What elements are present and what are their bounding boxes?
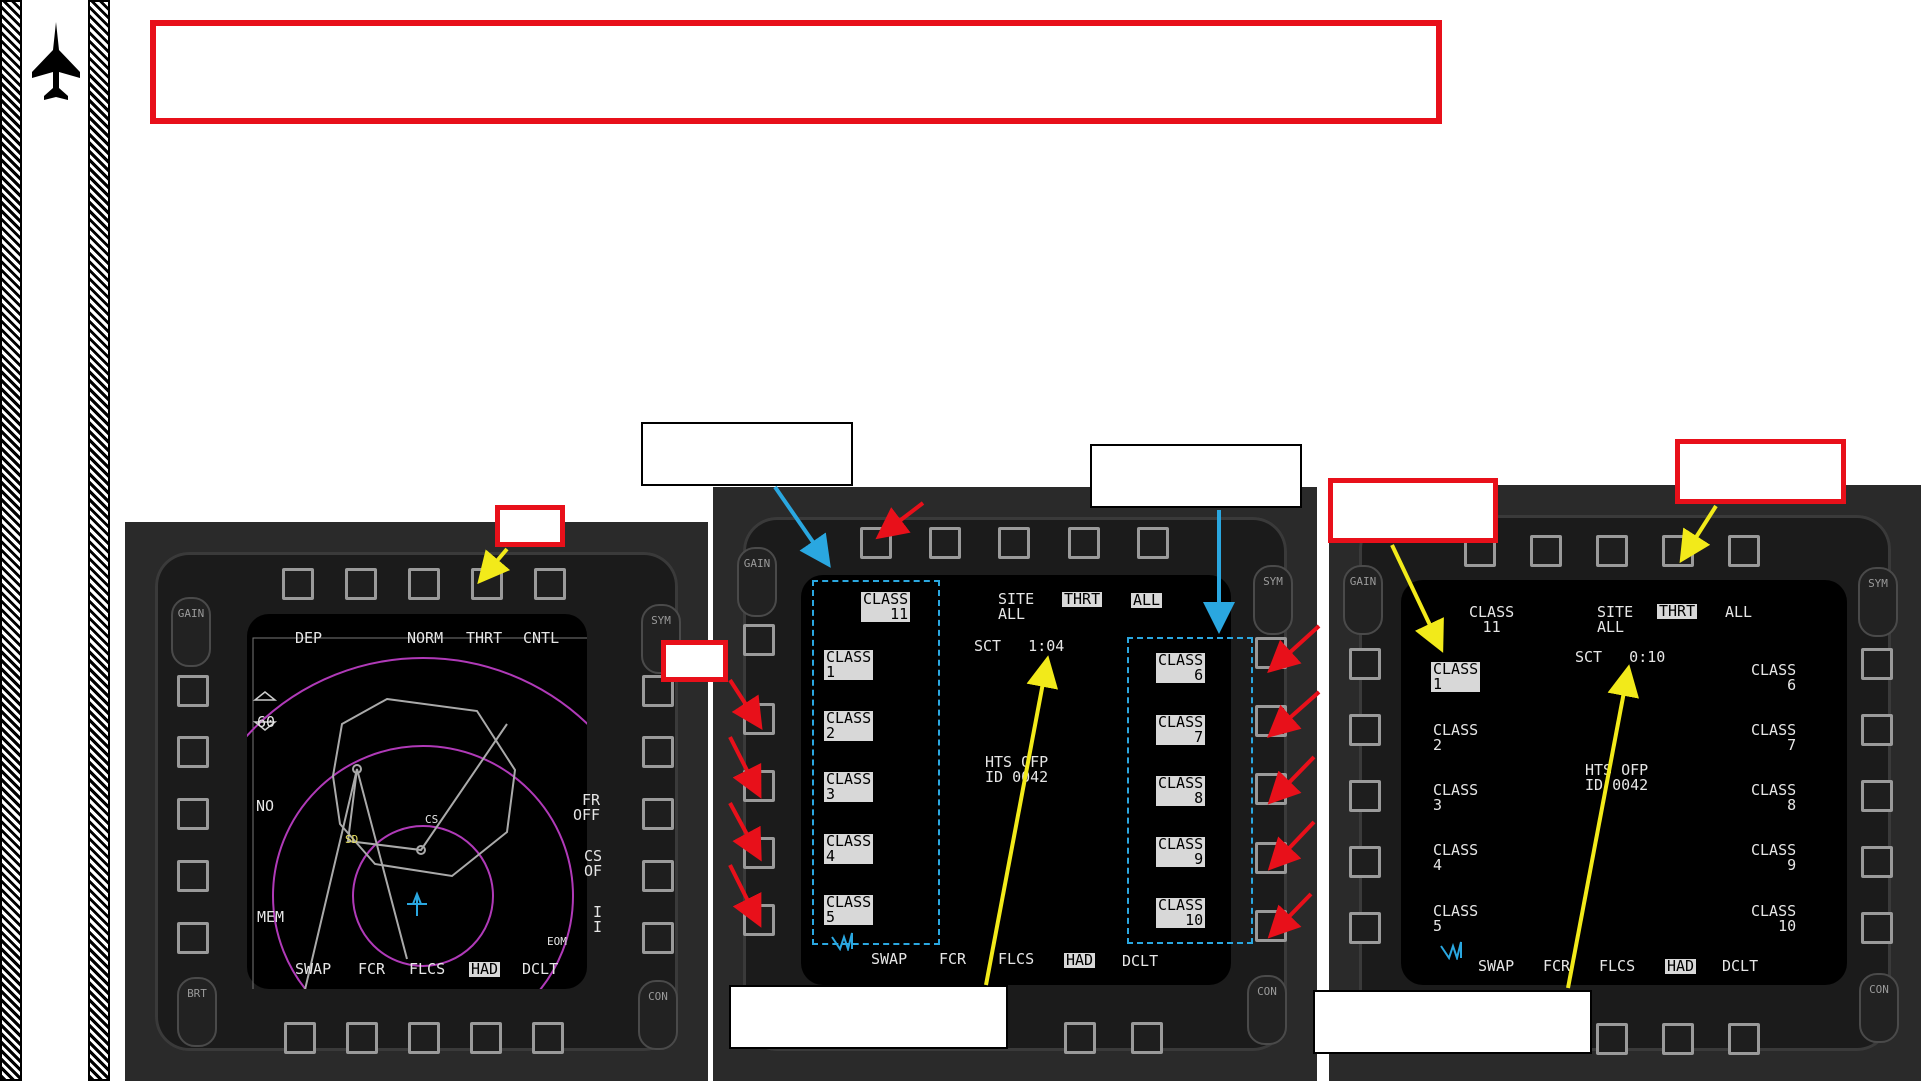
- arrow-yellow-right-sct: [1566, 664, 1640, 989]
- arrow-red-left-2: [728, 736, 762, 799]
- arrow-blue-left-group: [773, 485, 831, 568]
- arrow-red-right-3: [1267, 755, 1316, 805]
- arrow-red-right-5: [1267, 892, 1313, 939]
- arrow-red-left-1: [728, 678, 763, 731]
- arrow-yellow-right-thrt: [1679, 504, 1718, 564]
- arrow-red-left-3: [728, 802, 762, 862]
- annotation-arrows: [477, 485, 1718, 989]
- arrow-red-right-2: [1267, 690, 1321, 738]
- arrow-red-right-4: [1267, 820, 1316, 871]
- arrow-red-mid-top: [875, 501, 925, 540]
- arrow-yellow-right-class1: [1390, 544, 1444, 653]
- arrow-yellow-left-thrt: [477, 547, 511, 585]
- arrow-red-left-4: [728, 864, 762, 928]
- arrow-yellow-mid-sct: [984, 655, 1059, 986]
- arrow-red-right-1: [1267, 624, 1321, 674]
